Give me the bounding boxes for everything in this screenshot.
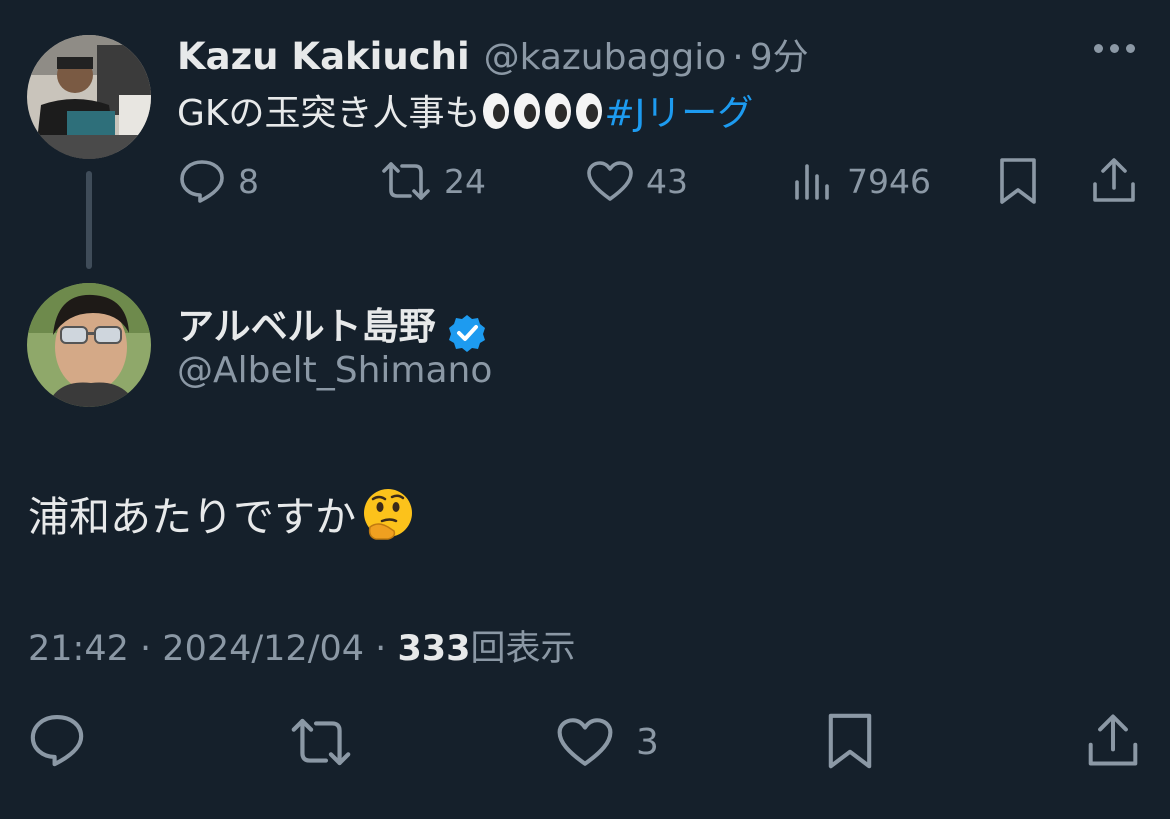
thinking-face-emoji-icon: [360, 487, 416, 553]
reply-retweet-button[interactable]: [288, 716, 354, 768]
parent-timestamp[interactable]: 9分: [750, 37, 809, 78]
thread-connector-line: [86, 171, 92, 269]
parent-share-button[interactable]: [1091, 156, 1137, 204]
reply-bookmark-button[interactable]: [826, 711, 874, 771]
reply-author-name-row: アルベルト島野: [177, 296, 487, 357]
share-icon: [1093, 158, 1135, 202]
parent-tweet-header: Kazu Kakiuchi @kazubaggio · 9分: [177, 28, 809, 80]
views-bar-chart-icon: [795, 164, 829, 200]
parent-reply-button[interactable]: 8: [178, 158, 259, 204]
parent-like-button[interactable]: 43: [586, 160, 688, 202]
retweet-icon: [291, 718, 351, 766]
heart-icon: [557, 718, 613, 766]
bookmark-icon: [1000, 158, 1036, 204]
retweet-icon: [382, 162, 430, 200]
separator-dot: ·: [375, 629, 387, 669]
parent-like-count: 43: [646, 161, 688, 201]
reply-author-avatar[interactable]: [27, 283, 151, 407]
parent-views-count: 7946: [847, 161, 931, 201]
share-icon: [1088, 714, 1138, 766]
reply-tweet-text: 浦和あたりですか: [28, 483, 416, 553]
separator-dot: ·: [140, 629, 152, 669]
reply-like-button[interactable]: 3: [556, 716, 659, 768]
reply-views-count: 333: [397, 629, 471, 669]
reply-like-count: 3: [636, 721, 659, 763]
reply-reply-button[interactable]: [28, 712, 86, 768]
parent-author-name[interactable]: Kazu Kakiuchi: [177, 35, 470, 78]
parent-bookmark-button[interactable]: [998, 156, 1038, 206]
parent-text-body: GKの玉突き人事も: [177, 93, 481, 134]
reply-icon: [180, 160, 224, 203]
reply-icon: [30, 714, 84, 767]
reply-author-handle[interactable]: @Albelt_Shimano: [177, 350, 492, 391]
bookmark-icon: [828, 713, 872, 769]
parent-author-handle[interactable]: @kazubaggio: [484, 37, 727, 78]
reply-date[interactable]: 2024/12/04: [162, 629, 364, 669]
reply-views-label: 回表示: [470, 629, 576, 669]
parent-views-button[interactable]: 7946: [793, 160, 931, 202]
more-options-icon[interactable]: [1094, 44, 1135, 53]
hashtag-link[interactable]: #Jリーグ: [605, 93, 754, 134]
reply-text-body: 浦和あたりですか: [28, 493, 356, 541]
heart-icon: [587, 161, 633, 201]
eyes-emoji-icon: [543, 91, 605, 140]
reply-time[interactable]: 21:42: [28, 629, 129, 669]
parent-retweet-button[interactable]: 24: [380, 160, 486, 202]
separator-dot: ·: [732, 37, 744, 78]
reply-metadata: 21:42 · 2024/12/04 · 333回表示: [28, 620, 576, 671]
parent-author-avatar[interactable]: [27, 35, 151, 159]
reply-author-name[interactable]: アルベルト島野: [177, 305, 436, 348]
reply-share-button[interactable]: [1086, 711, 1140, 769]
parent-tweet-text: GKの玉突き人事も #Jリーグ: [177, 84, 753, 140]
parent-reply-count: 8: [238, 161, 259, 201]
eyes-emoji-icon: [481, 91, 543, 140]
parent-retweet-count: 24: [444, 161, 486, 201]
